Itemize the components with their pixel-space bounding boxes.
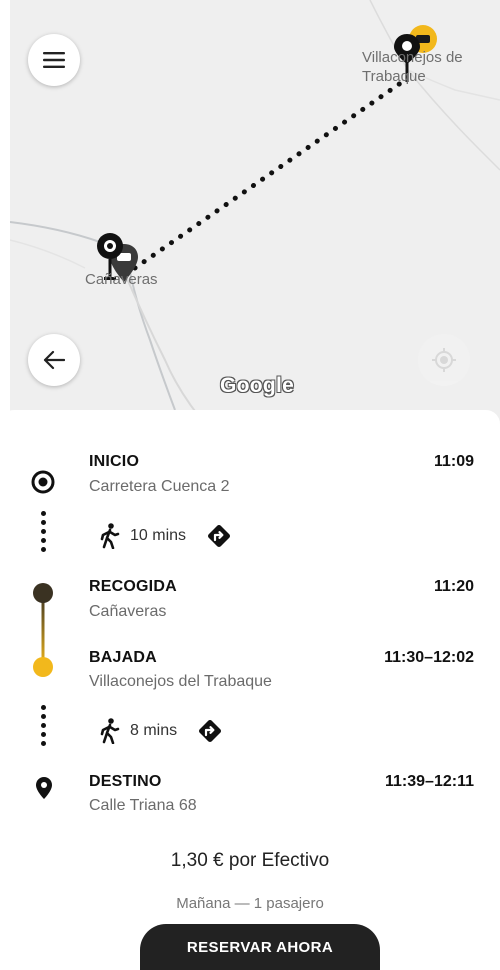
hamburger-menu-icon	[43, 52, 65, 68]
back-button[interactable]	[28, 334, 80, 386]
walk-connector-dots	[41, 511, 47, 552]
start-target-icon	[31, 470, 55, 494]
stop-destination-address: Calle Triana 68	[89, 797, 197, 814]
destination-pin-icon	[36, 777, 52, 799]
stop-start-address: Carretera Cuenca 2	[89, 478, 230, 495]
stop-pickup-time: 11:20	[433, 578, 474, 595]
arrow-left-icon	[43, 350, 65, 370]
map-label-destination-town: Villaconejos de Trabaque	[362, 49, 463, 85]
walking-person-icon	[100, 718, 120, 744]
reserve-now-button[interactable]: RESERVAR AHORA	[140, 924, 380, 970]
stop-dropoff-title: BAJADA	[89, 649, 157, 666]
stop-destination-title: DESTINO	[89, 773, 162, 790]
crosshair-location-icon	[432, 348, 456, 372]
map-label-origin-town: Cañaveras	[85, 271, 158, 288]
stop-pickup-address: Cañaveras	[89, 603, 167, 620]
walking-person-icon	[100, 523, 120, 549]
stop-dropoff-address: Villaconejos del Trabaque	[89, 673, 272, 690]
ride-segment-line	[33, 583, 53, 677]
trip-price: 1,30 € por Efectivo	[170, 850, 330, 871]
walk-connector-dots	[41, 705, 47, 746]
menu-button[interactable]	[28, 34, 80, 86]
directions-icon[interactable]	[206, 523, 232, 549]
walk-segment-2: 8 mins	[100, 718, 223, 744]
walk-duration-2: 8 mins	[130, 722, 178, 739]
walk-segment-1: 10 mins	[100, 523, 232, 549]
walk-duration-1: 10 mins	[130, 527, 187, 544]
trip-details-sheet: INICIO Carretera Cuenca 2 11:09 10 mins …	[0, 410, 500, 970]
stop-start-title: INICIO	[89, 453, 140, 470]
directions-icon[interactable]	[197, 718, 223, 744]
stop-pickup-title: RECOGIDA	[89, 578, 177, 595]
google-logo: Google	[220, 374, 295, 397]
stop-start-time: 11:09	[433, 453, 474, 470]
my-location-button[interactable]	[418, 334, 470, 386]
stop-dropoff-time: 11:30–12:02	[384, 649, 474, 666]
trip-date-passengers: Mañana — 1 pasajero	[176, 895, 324, 912]
stop-destination-time: 11:39–12:11	[385, 773, 474, 790]
